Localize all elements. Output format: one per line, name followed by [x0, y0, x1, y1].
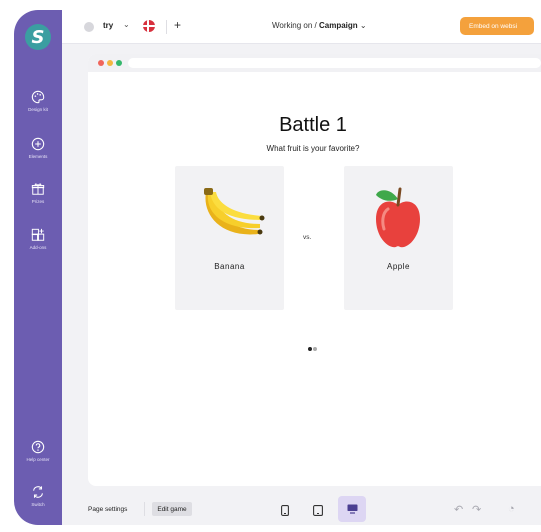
sidebar-item-design-kit[interactable]: Design kit	[14, 90, 62, 112]
gift-icon	[31, 183, 45, 195]
project-name[interactable]: try	[103, 21, 113, 30]
chevron-down-icon: ⌄	[359, 21, 367, 30]
project-status-dot	[84, 22, 94, 32]
sidebar-item-help-center[interactable]: Help center	[14, 440, 62, 462]
divider	[144, 502, 145, 516]
sidebar-item-label: Prizes	[31, 199, 45, 204]
app-logo[interactable]: S	[25, 24, 51, 50]
option-card-apple[interactable]: Apple	[344, 166, 453, 310]
sidebar-item-label: Add-ons	[29, 245, 47, 250]
sidebar-item-prizes[interactable]: Prizes	[14, 182, 62, 204]
option-label: Banana	[214, 262, 245, 271]
plus-circle-icon	[31, 137, 45, 151]
browser-bar	[88, 54, 541, 72]
page-settings-button[interactable]: Page settings	[88, 506, 127, 513]
sidebar-item-label: Switch	[31, 502, 45, 507]
game-subtitle: What fruit is your favorite?	[266, 144, 360, 153]
add-icon[interactable]: +	[174, 18, 181, 32]
divider	[166, 20, 167, 34]
sidebar-item-label: Elements	[28, 154, 48, 159]
maximize-dot-icon	[116, 60, 122, 66]
preview-window: Battle 1 What fruit is your favorite? Ba…	[88, 54, 541, 486]
add-ons-icon	[31, 228, 45, 241]
chevron-down-icon[interactable]: ⌄	[123, 20, 130, 29]
undo-icon[interactable]: ↶	[454, 503, 463, 516]
tablet-icon	[313, 504, 323, 516]
option-label: Apple	[387, 262, 410, 271]
pagination-dots	[308, 338, 318, 356]
bottom-bar: Page settings Edit game ↶ ↷ ◔	[62, 494, 541, 525]
page-dot-active[interactable]	[308, 347, 312, 351]
game-title: Battle 1	[279, 114, 347, 136]
sidebar-item-label: Design kit	[28, 107, 48, 112]
campaign-selector[interactable]: Working on / Campaign ⌄	[272, 21, 367, 30]
mobile-icon	[281, 504, 289, 516]
top-bar: try ⌄ + Working on / Campaign ⌄ Embed on…	[62, 10, 541, 44]
switch-icon	[33, 486, 43, 498]
address-bar	[128, 58, 541, 68]
option-card-banana[interactable]: Banana	[175, 166, 284, 310]
redo-icon[interactable]: ↷	[472, 503, 481, 516]
mobile-view-button[interactable]	[274, 500, 296, 520]
denmark-flag-icon[interactable]	[143, 20, 155, 32]
sidebar: S Design kit Elements Prizes Add-ons Hel…	[14, 10, 62, 525]
versus-label: vs.	[303, 234, 312, 241]
history-icon[interactable]: ◔	[508, 503, 515, 515]
close-dot-icon	[98, 60, 104, 66]
sidebar-item-switch[interactable]: Switch	[14, 485, 62, 507]
sidebar-item-elements[interactable]: Elements	[14, 137, 62, 159]
page-dot[interactable]	[313, 347, 317, 351]
banana-icon	[204, 188, 265, 235]
tablet-view-button[interactable]	[307, 500, 329, 520]
desktop-view-button[interactable]	[338, 496, 366, 522]
edit-game-button[interactable]: Edit game	[152, 502, 192, 516]
campaign-label: Campaign	[319, 21, 358, 30]
desktop-icon	[347, 504, 357, 514]
minimize-dot-icon	[107, 60, 113, 66]
embed-button[interactable]: Embed on websi	[460, 17, 534, 35]
app-frame: S Design kit Elements Prizes Add-ons Hel…	[14, 10, 541, 525]
help-icon	[31, 440, 45, 454]
working-on-label: Working on /	[272, 21, 317, 30]
apple-icon	[376, 187, 420, 248]
palette-icon	[31, 90, 45, 104]
sidebar-item-label: Help center	[26, 457, 50, 462]
sidebar-item-add-ons[interactable]: Add-ons	[14, 228, 62, 250]
